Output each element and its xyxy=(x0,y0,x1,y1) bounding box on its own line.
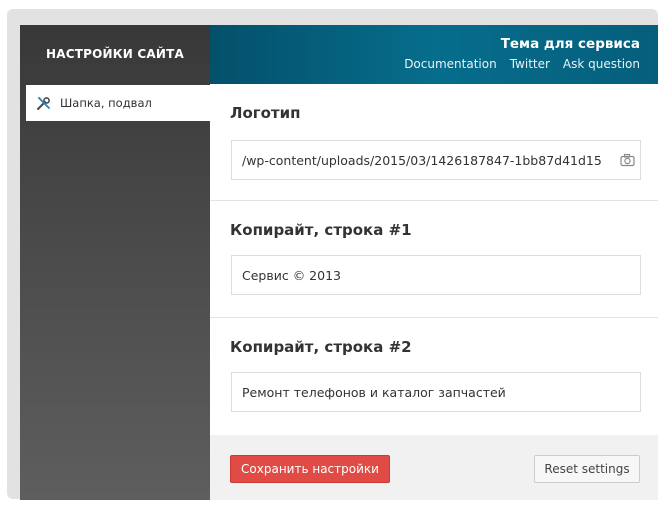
sidebar-title: НАСТРОЙКИ САЙТА xyxy=(46,47,184,61)
logo-url-input[interactable] xyxy=(231,140,641,180)
twitter-link[interactable]: Twitter xyxy=(510,57,550,71)
logo-field-wrap xyxy=(231,140,641,180)
copyright-line1-input[interactable] xyxy=(231,255,641,295)
copyright-line2-heading: Копирайт, строка #2 xyxy=(230,338,412,356)
save-settings-button[interactable]: Сохранить настройки xyxy=(230,455,390,483)
copyright-line1-section: Копирайт, строка #1 xyxy=(210,201,658,318)
settings-footer: Сохранить настройки Reset settings xyxy=(210,435,658,500)
theme-title: Тема для сервиса xyxy=(500,36,640,52)
documentation-link[interactable]: Documentation xyxy=(404,57,497,71)
ask-question-link[interactable]: Ask question xyxy=(563,57,640,71)
copyright-line2-input[interactable] xyxy=(231,372,641,412)
header-links: Documentation Twitter Ask question xyxy=(404,57,640,71)
copyright-line1-heading: Копирайт, строка #1 xyxy=(230,221,412,239)
copyright-line2-section: Копирайт, строка #2 xyxy=(210,318,658,435)
header: Тема для сервиса Documentation Twitter A… xyxy=(210,25,658,84)
sidebar: НАСТРОЙКИ САЙТА Шапка, подвал xyxy=(20,25,210,500)
sidebar-item-label: Шапка, подвал xyxy=(60,96,152,110)
camera-icon[interactable] xyxy=(620,152,635,167)
logo-heading: Логотип xyxy=(230,104,301,122)
tools-icon xyxy=(36,95,52,111)
reset-settings-button[interactable]: Reset settings xyxy=(534,455,640,483)
settings-panel: НАСТРОЙКИ САЙТА Шапка, подвал Тема для с… xyxy=(20,25,658,500)
logo-section: Логотип xyxy=(210,84,658,201)
sidebar-item-header-footer[interactable]: Шапка, подвал xyxy=(26,85,210,121)
settings-content: Логотип Копирайт, строка #1 xyxy=(210,84,658,500)
settings-frame: НАСТРОЙКИ САЙТА Шапка, подвал Тема для с… xyxy=(7,9,658,500)
